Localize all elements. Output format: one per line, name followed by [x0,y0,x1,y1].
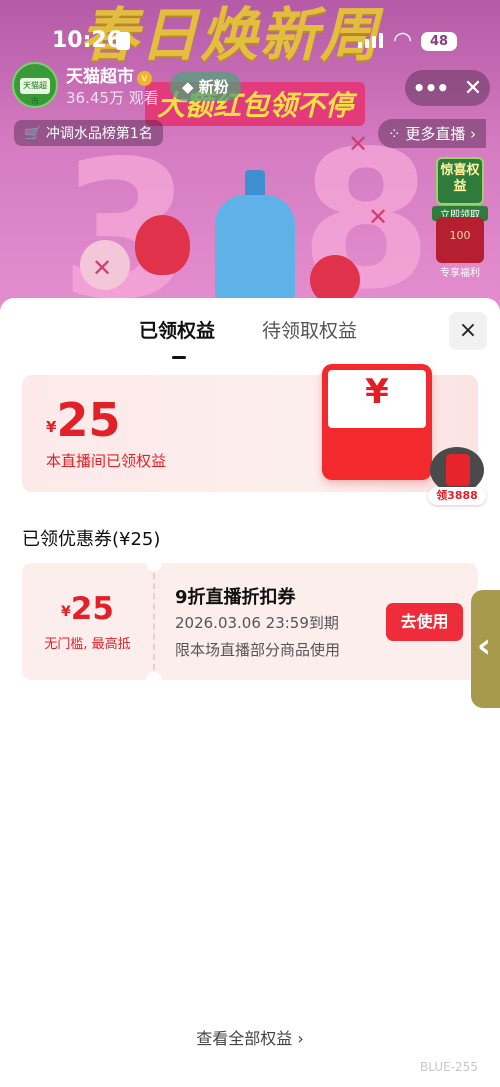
summary-label: 本直播间已领权益 [46,452,167,470]
viewer-count: 36.45万 观看 [66,89,159,107]
watermark: BLUE-255 [420,1060,478,1074]
chevron-left-icon: ‹ [477,626,492,666]
battery-indicator: 48 [421,32,457,51]
side-card-title: 100 [449,229,471,242]
float-badge-label: 领3888 [428,487,486,505]
red-envelope-icon [446,454,470,486]
decor-x-icon: ✕ [92,254,113,282]
status-time: 10:26 [52,28,123,53]
more-live-label: 更多直播 [405,125,466,143]
streamer-name: 天猫超市 [66,67,134,87]
decor-x-icon: ✕ [348,130,369,158]
diamond-icon: ◆ [182,78,194,96]
more-live-button[interactable]: ⁘ 更多直播 › [378,119,487,148]
coupon-scope: 限本场直播部分商品使用 [175,641,341,659]
more-dots-icon[interactable]: ••• [413,76,449,100]
id-card-icon [116,32,130,50]
avatar[interactable]: 天猫超市 [12,62,58,108]
coupon-name: 9折直播折扣券 [175,587,296,608]
top-controls: ••• ✕ [405,70,490,106]
side-card-surprise[interactable]: 惊喜权益 [436,157,484,205]
coupon-divider [153,573,155,670]
product-bottle [215,195,295,305]
decor-x-icon: ✕ [368,203,389,231]
side-card-welfare[interactable]: 100 [436,217,484,263]
currency-symbol: ¥ [46,418,57,436]
currency-symbol: ¥ [61,604,71,620]
coupon-amount-value: 25 [70,591,114,627]
new-fans-button[interactable]: ◆ 新粉 [170,72,241,101]
wifi-icon: ◠ [393,28,413,53]
chevron-right-icon: › [470,125,477,143]
new-fans-label: 新粉 [198,78,229,96]
claimed-summary-card: ¥25 本直播间已领权益 ¥ [22,364,478,492]
cart-icon: 🛒 [24,126,42,142]
red-envelope-icon: ¥ [322,364,432,480]
grid-icon: ⁘ [388,125,401,143]
tab-bar: 已领权益 待领取权益 [0,312,500,359]
coupon-section-title: 已领优惠券(¥25) [22,529,161,550]
tab-claimed[interactable]: 已领权益 [139,316,215,343]
coupon-expiry: 2026.03.06 23:59到期 [175,614,339,632]
view-all-benefits-link[interactable]: 查看全部权益 › [0,1025,500,1049]
rank-badge[interactable]: 🛒 冲调水品榜第1名 [14,120,163,146]
close-icon[interactable]: ✕ [464,76,482,101]
yen-icon: ¥ [365,372,389,412]
coupon-notch [146,555,162,571]
coupon-amount: ¥25 [22,591,153,627]
side-card-footer: 专享福利 [440,268,480,279]
coupon-value-area: ¥25 无门槛, 最高抵 [22,563,153,680]
coupon-notch [146,672,162,688]
side-card-title: 惊喜权益 [440,163,480,194]
verified-icon: v [137,71,152,86]
use-coupon-button[interactable]: 去使用 [386,603,463,641]
avatar-logo: 天猫超市 [20,78,50,106]
close-icon[interactable]: × [449,312,487,350]
float-red-envelope[interactable]: 领3888 [428,447,486,507]
coupon-condition: 无门槛, 最高抵 [44,637,131,652]
edge-drawer-handle[interactable]: ‹ [471,590,500,708]
streamer-info[interactable]: 天猫超市 天猫超市 v 36.45万 观看 [12,62,159,108]
summary-amount-value: 25 [56,393,121,447]
decor-flower [135,215,190,275]
tab-pending[interactable]: 待领取权益 [262,316,357,343]
rank-label: 冲调水品榜第1名 [45,126,153,142]
benefits-sheet: 已领权益 待领取权益 × ¥25 本直播间已领权益 ¥ 已领优惠券(¥25) ¥… [0,298,500,1087]
tab-indicator [172,356,186,359]
summary-amount: ¥25 [46,393,120,447]
coupon-card: ¥25 无门槛, 最高抵 9折直播折扣券 2026.03.06 23:59到期 … [22,555,478,688]
signal-icon [358,33,383,48]
